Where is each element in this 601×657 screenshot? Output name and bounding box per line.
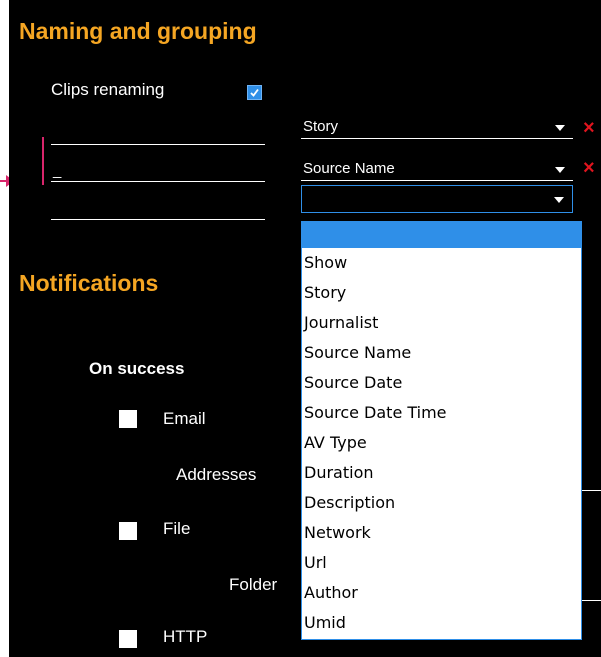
addresses-label: Addresses — [176, 465, 257, 484]
chevron-down-icon — [555, 125, 565, 131]
chevron-down-icon — [555, 167, 565, 173]
on-success-label: On success — [89, 359, 185, 378]
delete-row-2-button[interactable]: × — [583, 158, 595, 178]
dropdown-option[interactable] — [302, 222, 581, 248]
dropdown-option[interactable]: Umid — [302, 608, 581, 638]
naming-prefix-field-3[interactable] — [51, 199, 265, 220]
dropdown-option[interactable]: Show — [302, 248, 581, 278]
naming-field-select-2[interactable]: Source Name — [301, 158, 573, 181]
naming-field-select-1-value: Story — [303, 118, 339, 135]
settings-panel: Naming and grouping Clips renaming Story… — [9, 0, 601, 657]
dropdown-option[interactable]: Journalist — [302, 308, 581, 338]
dropdown-option[interactable]: Description — [302, 488, 581, 518]
dropdown-option[interactable]: Duration — [302, 458, 581, 488]
dropdown-option[interactable]: Story — [302, 278, 581, 308]
naming-field-select-3[interactable] — [301, 185, 573, 213]
folder-label: Folder — [229, 575, 278, 594]
dropdown-option[interactable]: Author — [302, 578, 581, 608]
email-checkbox[interactable] — [119, 410, 137, 428]
http-checkbox[interactable] — [119, 630, 137, 648]
file-label: File — [163, 519, 191, 538]
naming-section-title: Naming and grouping — [19, 18, 257, 44]
delete-row-1-button[interactable]: × — [583, 118, 595, 138]
file-checkbox[interactable] — [119, 522, 137, 540]
naming-field-select-1[interactable]: Story — [301, 116, 573, 139]
chevron-down-icon — [554, 197, 564, 203]
check-icon — [250, 88, 259, 97]
notifications-section-title: Notifications — [19, 270, 159, 296]
clips-renaming-label: Clips renaming — [51, 80, 165, 99]
dropdown-option[interactable]: Source Name — [302, 338, 581, 368]
annotation-bar — [42, 137, 44, 185]
field-dropdown-list[interactable]: Show Story Journalist Source Name Source Dat… — [301, 221, 582, 640]
dropdown-option[interactable]: Source Date — [302, 368, 581, 398]
clips-renaming-checkbox[interactable] — [247, 85, 262, 100]
http-label: HTTP — [163, 627, 208, 646]
naming-prefix-field-2[interactable]: _ — [51, 161, 265, 182]
dropdown-option[interactable]: Network — [302, 518, 581, 548]
naming-prefix-field-1[interactable] — [51, 124, 265, 145]
dropdown-option[interactable]: Url — [302, 548, 581, 578]
dropdown-option[interactable]: Source Date Time — [302, 398, 581, 428]
naming-field-select-2-value: Source Name — [303, 160, 395, 177]
dropdown-option[interactable]: AV Type — [302, 428, 581, 458]
email-label: Email — [163, 409, 206, 428]
